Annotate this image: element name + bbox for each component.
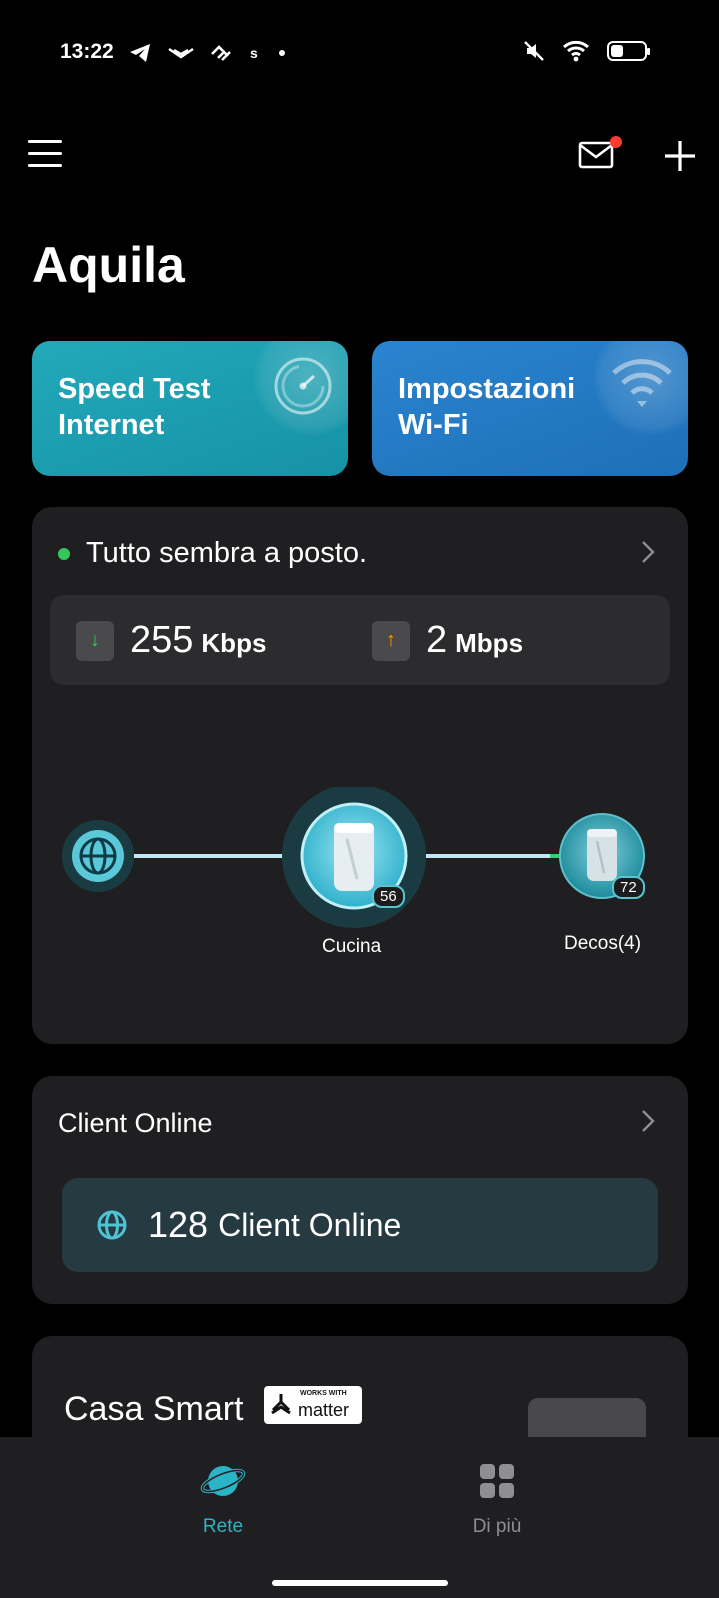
grid-icon: [480, 1464, 514, 1498]
chevron-right-icon[interactable]: [640, 1108, 656, 1134]
svg-text:s: s: [250, 45, 258, 61]
network-status-text: Tutto sembra a posto.: [86, 537, 368, 569]
plus-icon: [665, 141, 695, 171]
satellite-label: Decos(4): [564, 933, 642, 954]
nav-di-piu-label: Di più: [472, 1516, 522, 1537]
telegram-icon: [130, 44, 150, 62]
matter-badge: WORKS WITH matter: [264, 1386, 362, 1424]
matter-badge-word: matter: [298, 1400, 350, 1420]
mute-icon: [524, 41, 544, 61]
main-node-label: Cucina: [322, 936, 382, 957]
clients-title: Client Online: [58, 1108, 213, 1138]
hamburger-menu-icon: [28, 140, 62, 143]
download-unit: Kbps: [201, 628, 267, 658]
nav-rete[interactable]: Rete: [153, 1461, 293, 1538]
deco-router-icon: [587, 829, 617, 881]
main-deco-node[interactable]: [282, 787, 426, 928]
unread-indicator: [610, 136, 622, 148]
clients-online-box[interactable]: 128 Client Online: [62, 1178, 658, 1272]
status-time: 13:22: [60, 40, 114, 63]
matter-badge-top: WORKS WITH: [300, 1390, 347, 1397]
chevron-right-icon[interactable]: [640, 539, 656, 565]
speed-test-label: Speed Test Internet: [58, 373, 211, 441]
mail-button[interactable]: [578, 136, 622, 174]
wifi-settings-tile[interactable]: Impostazioni Wi-Fi: [372, 341, 688, 476]
planet-icon: [200, 1466, 246, 1496]
network-status-card: Tutto sembra a posto. ↓ 255 Kbps ↑ 2 Mbp…: [32, 507, 688, 1044]
mail-icon: [578, 141, 614, 169]
s-icon: s: [250, 45, 258, 61]
deco-router-icon: [334, 823, 374, 891]
download-value: 255: [130, 619, 194, 661]
speedometer-icon: [274, 357, 332, 415]
nav-rete-label: Rete: [202, 1516, 244, 1537]
speed-test-tile[interactable]: Speed Test Internet: [32, 341, 348, 476]
home-indicator[interactable]: [272, 1580, 448, 1586]
satellite-client-badge: 72: [612, 876, 645, 899]
app-icon: [211, 45, 231, 61]
arrow-down-icon: ↓: [76, 620, 114, 661]
app-icon: [168, 48, 194, 59]
status-indicator: [58, 547, 70, 560]
upload-unit: Mbps: [455, 628, 524, 658]
wifi-icon: [563, 40, 589, 62]
nav-di-piu[interactable]: Di più: [427, 1461, 567, 1538]
internet-node[interactable]: [62, 820, 134, 892]
upload-speed: ↑ 2 Mbps: [372, 619, 523, 662]
status-bar: 13:22 s: [0, 0, 719, 100]
download-speed: ↓ 255 Kbps: [76, 619, 266, 662]
arrow-up-icon: ↑: [372, 620, 410, 661]
bottom-navigation: Rete Di più: [0, 1437, 719, 1598]
main-node-client-badge: 56: [372, 885, 405, 908]
clients-count: 128: [148, 1204, 209, 1245]
clients-card: Client Online 128 Client Online: [32, 1076, 688, 1304]
menu-button[interactable]: [28, 140, 62, 170]
network-status-row[interactable]: Tutto sembra a posto.: [58, 537, 367, 570]
globe-icon: [97, 1210, 127, 1240]
notification-icons: s: [128, 42, 286, 64]
dot-icon: [279, 50, 285, 56]
matter-logo-icon: [271, 1394, 291, 1415]
battery-icon: [607, 41, 650, 61]
speed-summary: ↓ 255 Kbps ↑ 2 Mbps: [50, 595, 670, 685]
add-button[interactable]: [662, 138, 698, 174]
system-icons: [523, 40, 650, 62]
smart-home-title: Casa Smart: [64, 1390, 244, 1428]
wifi-icon: [612, 359, 672, 407]
clients-label: Client Online: [218, 1206, 402, 1243]
wifi-settings-label: Impostazioni Wi-Fi: [398, 373, 576, 441]
page-title: Aquila: [32, 237, 185, 293]
upload-value: 2: [426, 619, 448, 661]
network-topology: 56 72 Cucina Decos(4): [32, 787, 688, 987]
